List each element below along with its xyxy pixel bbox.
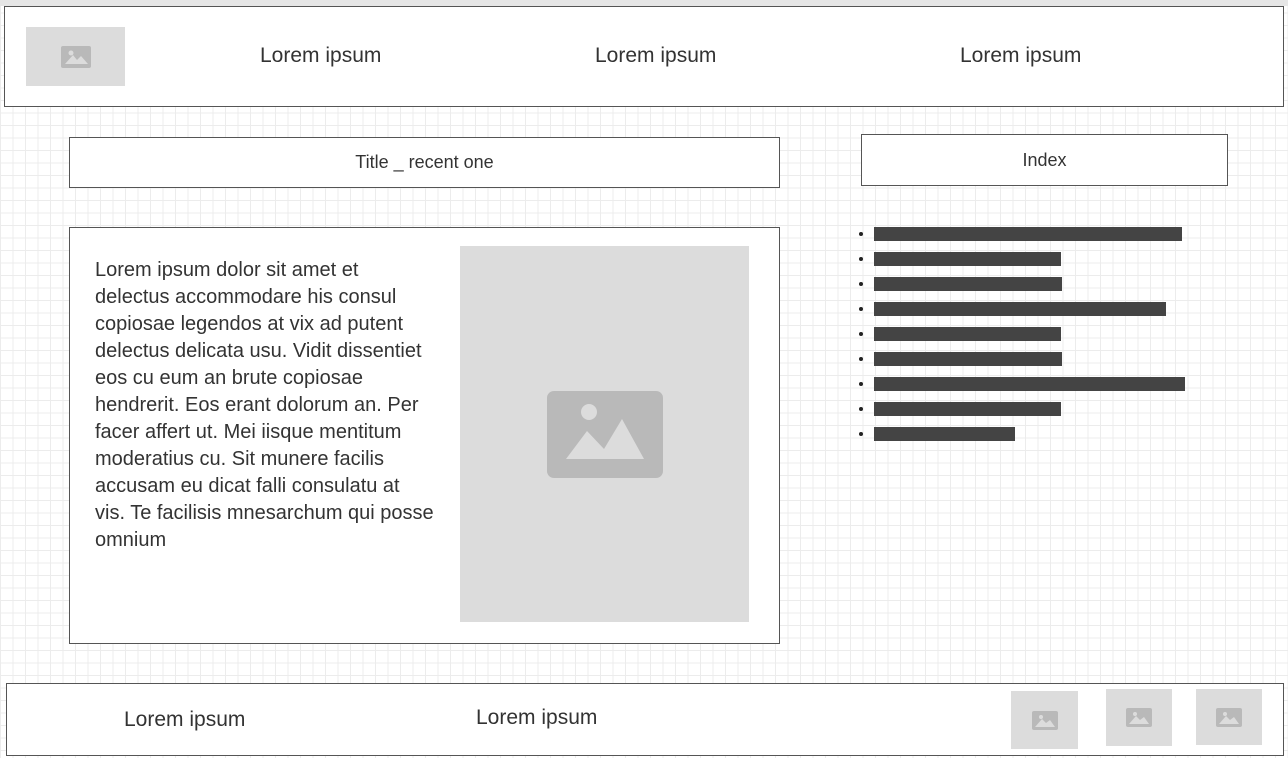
- footer-image-2[interactable]: [1106, 689, 1172, 746]
- image-icon: [60, 45, 91, 68]
- bullet-icon: [859, 432, 863, 436]
- nav-link-1[interactable]: Lorem ipsum: [260, 44, 381, 68]
- bullet-icon: [859, 232, 863, 236]
- footer-link-2[interactable]: Lorem ipsum: [476, 706, 597, 730]
- index-item-placeholder: [874, 252, 1061, 266]
- article-title-box: Title _ recent one: [69, 137, 780, 188]
- article-body: Lorem ipsum dolor sit amet et delectus a…: [95, 259, 434, 551]
- footer-link-1[interactable]: Lorem ipsum: [124, 708, 245, 732]
- index-item-placeholder: [874, 327, 1061, 341]
- index-title: Index: [1022, 149, 1067, 170]
- article-image[interactable]: [460, 246, 749, 622]
- index-item-placeholder: [874, 352, 1062, 366]
- article-card: Lorem ipsum dolor sit amet et delectus a…: [69, 227, 780, 644]
- bullet-icon: [859, 282, 863, 286]
- image-icon: [1031, 710, 1058, 730]
- bullet-icon: [859, 332, 863, 336]
- bullet-icon: [859, 382, 863, 386]
- footer: Lorem ipsum Lorem ipsum: [6, 683, 1284, 756]
- image-icon: [546, 390, 663, 478]
- index-item-placeholder: [874, 277, 1062, 291]
- index-item-placeholder: [874, 302, 1166, 316]
- bullet-icon: [859, 257, 863, 261]
- bullet-icon: [859, 307, 863, 311]
- footer-image-1[interactable]: [1011, 691, 1078, 749]
- index-item-placeholder: [874, 377, 1185, 391]
- nav-link-3[interactable]: Lorem ipsum: [960, 44, 1081, 68]
- footer-image-3[interactable]: [1196, 689, 1262, 745]
- image-icon: [1126, 708, 1152, 727]
- index-item-placeholder: [874, 227, 1182, 241]
- image-icon: [1216, 707, 1242, 727]
- article-title: Title _ recent one: [355, 152, 494, 172]
- index-item-placeholder: [874, 402, 1061, 416]
- index-title-box: Index: [861, 134, 1228, 186]
- nav-link-2[interactable]: Lorem ipsum: [595, 44, 716, 68]
- bullet-icon: [859, 407, 863, 411]
- logo-image[interactable]: [26, 27, 125, 86]
- header: Lorem ipsum Lorem ipsum Lorem ipsum: [4, 6, 1284, 107]
- index-item-placeholder: [874, 427, 1015, 441]
- bullet-icon: [859, 357, 863, 361]
